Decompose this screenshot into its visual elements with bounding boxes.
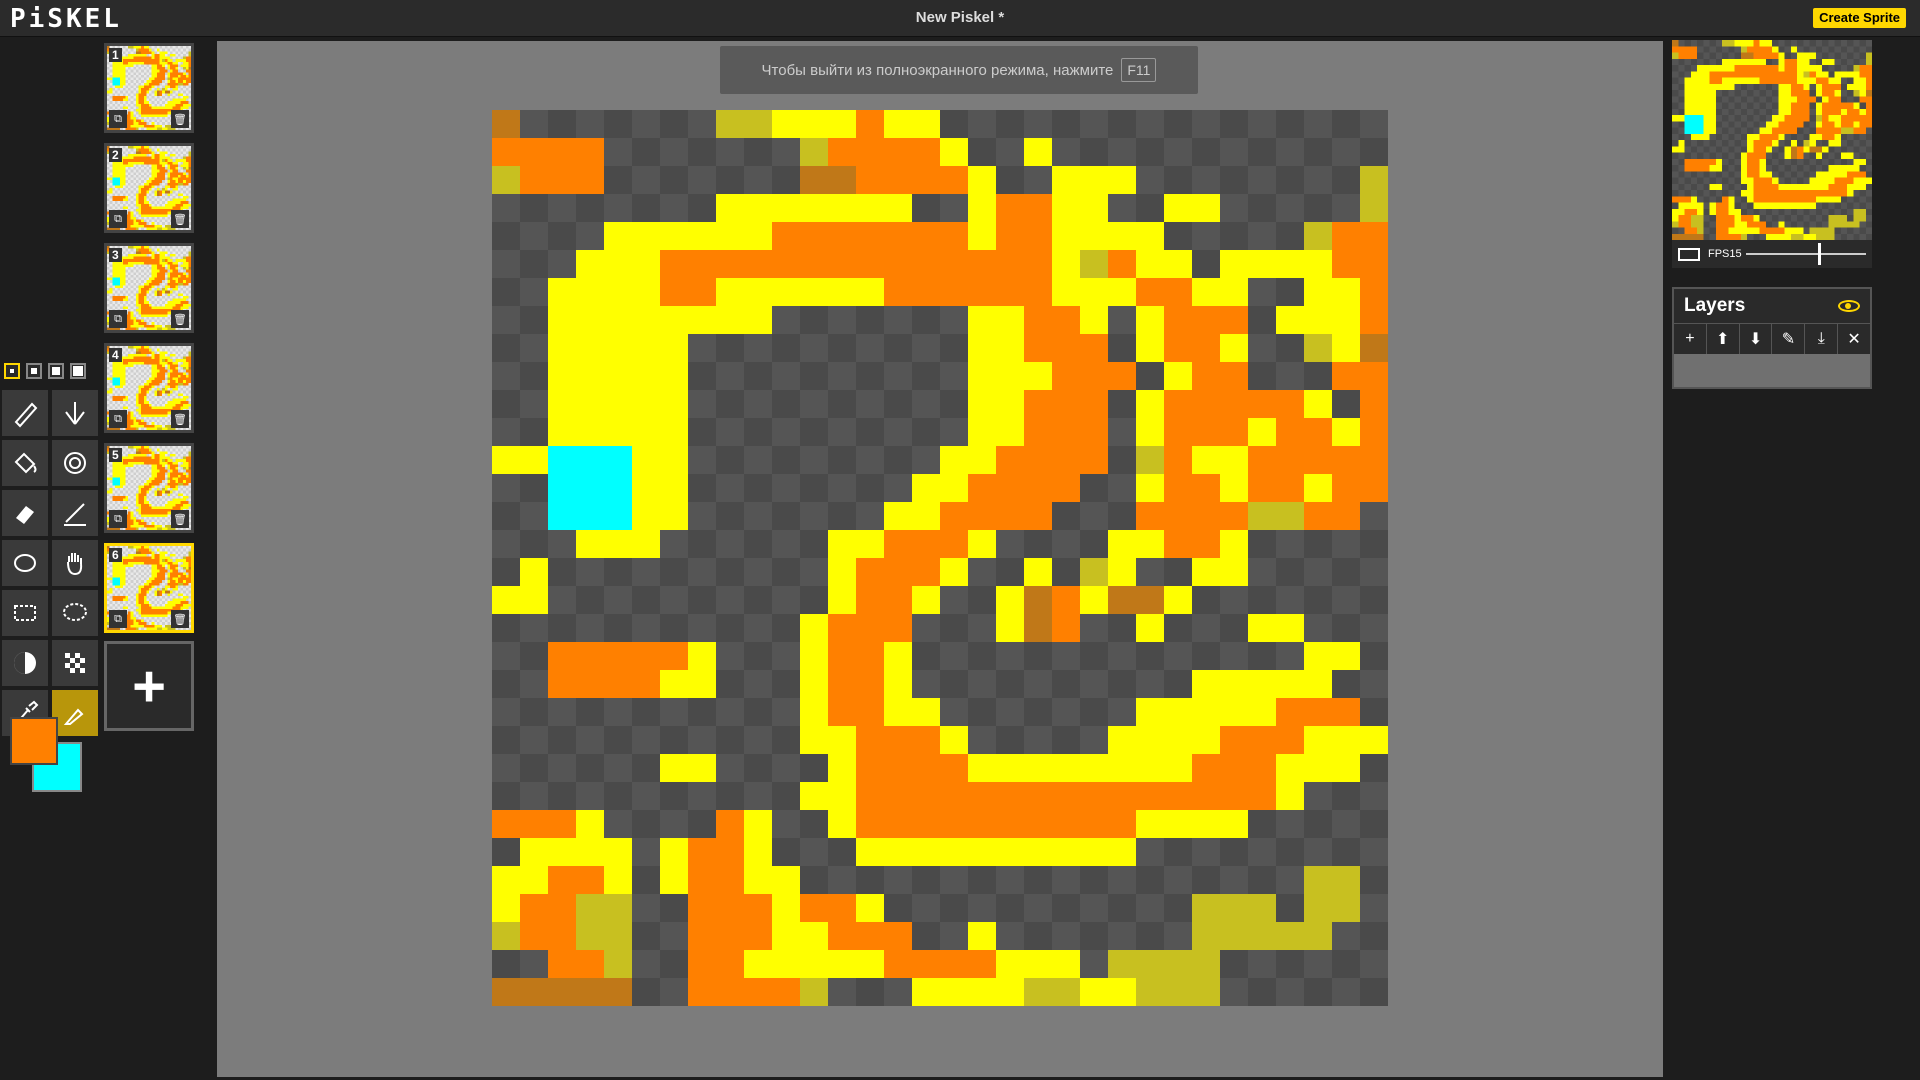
pen-tool-button[interactable] (2, 390, 48, 436)
preview-size-icon[interactable] (1678, 247, 1700, 261)
preview-controls: FPS15 (1672, 240, 1872, 268)
lighten-tool-button[interactable] (2, 640, 48, 686)
layers-header: Layers (1674, 289, 1870, 323)
frame-thumbnail[interactable]: 2 ⧉ 🗑 (104, 143, 194, 233)
mirror-pen-tool-icon (65, 402, 85, 425)
fullscreen-hint-text: Чтобы выйти из полноэкранного режима, на… (761, 61, 1114, 79)
frame-thumbnail[interactable]: 6 ⧉ 🗑 (104, 543, 194, 633)
animation-preview[interactable] (1672, 40, 1872, 240)
delete-frame-icon[interactable]: 🗑 (171, 610, 189, 628)
color-swap-tool-button[interactable] (52, 690, 98, 736)
mirror-pen-tool-button[interactable] (52, 390, 98, 436)
frame-thumbnail[interactable]: 4 ⧉ 🗑 (104, 343, 194, 433)
fps-slider[interactable] (1745, 243, 1866, 265)
rectangle-select-tool-button[interactable] (2, 590, 48, 636)
circle-tool-icon (14, 554, 36, 572)
frame-number: 6 (109, 548, 122, 562)
layers-panel: Layers + ⬆ ⬇ ✎ ⤓ ✕ (1672, 287, 1872, 389)
move-hand-tool-button[interactable] (52, 540, 98, 586)
eraser-tool-icon (16, 506, 34, 524)
dithering-tool-icon (65, 653, 85, 673)
delete-frame-icon[interactable]: 🗑 (171, 310, 189, 328)
pen-size-3[interactable] (48, 363, 64, 379)
lighten-tool-icon (14, 652, 36, 674)
lasso-select-tool-button[interactable] (52, 590, 98, 636)
pen-size-2[interactable] (26, 363, 42, 379)
document-title: New Piskel * (915, 9, 1005, 26)
delete-frame-icon[interactable]: 🗑 (171, 510, 189, 528)
fullscreen-hint: Чтобы выйти из полноэкранного режима, на… (720, 46, 1198, 94)
delete-frame-icon[interactable]: 🗑 (171, 410, 189, 428)
drawing-canvas[interactable] (492, 110, 1388, 1006)
layer-toolbar: + ⬆ ⬇ ✎ ⤓ ✕ (1674, 323, 1870, 354)
frame-thumbnail[interactable]: 5 ⧉ 🗑 (104, 443, 194, 533)
frame-thumbnail[interactable]: 3 ⧉ 🗑 (104, 243, 194, 333)
duplicate-frame-icon[interactable]: ⧉ (109, 210, 127, 228)
edit-layer-button[interactable]: ✎ (1772, 324, 1806, 354)
primary-color-swatch[interactable] (10, 717, 58, 765)
paint-all-same-color-tool-button[interactable] (52, 440, 98, 486)
fullscreen-hint-key: F11 (1121, 58, 1157, 82)
duplicate-frame-icon[interactable]: ⧉ (109, 610, 127, 628)
pen-size-1[interactable] (4, 363, 20, 379)
eraser-tool-button[interactable] (2, 490, 48, 536)
merge-layer-down-button[interactable]: ⤓ (1805, 324, 1839, 354)
move-layer-up-button[interactable]: ⬆ (1707, 324, 1740, 354)
delete-frame-icon[interactable]: 🗑 (171, 110, 189, 128)
fps-label: FPS15 (1708, 248, 1742, 260)
frame-number: 4 (109, 348, 122, 362)
frame-number: 3 (109, 248, 122, 262)
pen-size-selector (4, 363, 86, 379)
paint-bucket-tool-icon (14, 452, 37, 474)
pen-size-4[interactable] (70, 363, 86, 379)
fps-slider-thumb[interactable] (1817, 243, 1821, 265)
add-frame-button[interactable]: + (104, 641, 194, 731)
layers-title: Layers (1684, 295, 1746, 316)
stroke-tool-icon (64, 503, 86, 526)
tool-grid (2, 390, 98, 736)
circle-tool-button[interactable] (2, 540, 48, 586)
eye-icon[interactable] (1838, 300, 1860, 312)
frame-number: 2 (109, 148, 122, 162)
color-swap-tool-icon (63, 708, 84, 725)
paint-all-same-color-tool-icon (64, 452, 86, 474)
frame-number: 1 (109, 48, 122, 62)
pen-tool-icon (14, 402, 38, 428)
top-bar: PiSKEL New Piskel * Create Sprite (0, 0, 1920, 37)
duplicate-frame-icon[interactable]: ⧉ (109, 110, 127, 128)
duplicate-frame-icon[interactable]: ⧉ (109, 410, 127, 428)
frame-number: 5 (109, 448, 122, 462)
delete-frame-icon[interactable]: 🗑 (171, 210, 189, 228)
create-sprite-button[interactable]: Create Sprite (1813, 8, 1906, 28)
duplicate-frame-icon[interactable]: ⧉ (109, 310, 127, 328)
move-layer-down-button[interactable]: ⬇ (1740, 324, 1773, 354)
add-layer-button[interactable]: + (1674, 324, 1707, 354)
delete-layer-button[interactable]: ✕ (1838, 324, 1870, 354)
duplicate-frame-icon[interactable]: ⧉ (109, 510, 127, 528)
dithering-tool-button[interactable] (52, 640, 98, 686)
paint-bucket-tool-button[interactable] (2, 440, 48, 486)
rectangle-select-tool-icon (14, 605, 36, 621)
stroke-tool-button[interactable] (52, 490, 98, 536)
move-hand-tool-icon (67, 553, 83, 576)
lasso-select-tool-icon (63, 603, 87, 621)
frame-thumbnail[interactable]: 1 ⧉ 🗑 (104, 43, 194, 133)
